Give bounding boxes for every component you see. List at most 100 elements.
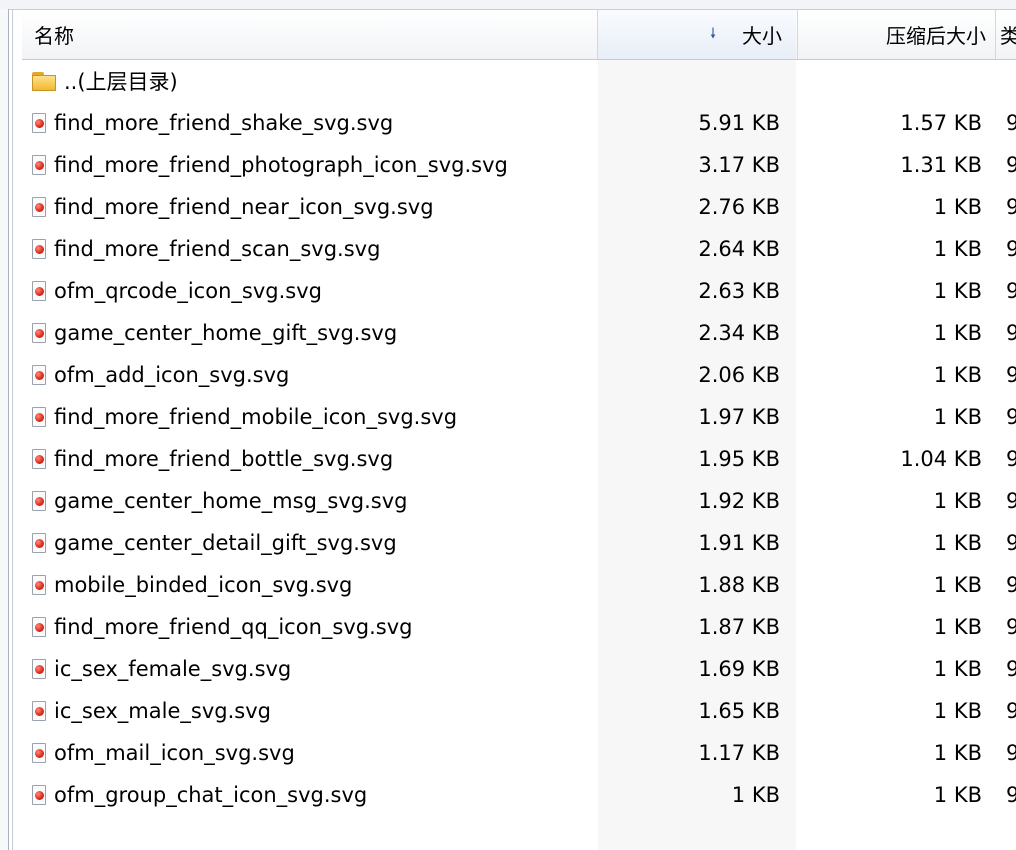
type-cell: 9 (1006, 531, 1016, 555)
type-cell: 9 (1006, 699, 1016, 723)
type-cell: 9 (1006, 657, 1016, 681)
svg-file-icon (32, 281, 46, 301)
file-name-cell: ofm_group_chat_icon_svg.svg (32, 774, 602, 816)
file-row[interactable]: find_more_friend_shake_svg.svg 5.91 KB 1.5… (22, 102, 1016, 144)
file-name: ic_sex_male_svg.svg (54, 699, 271, 723)
file-size: 1 KB (731, 783, 780, 807)
file-size: 2.63 KB (698, 279, 780, 303)
file-size: 1.17 KB (698, 741, 780, 765)
svg-file-icon (32, 407, 46, 427)
compressed-size: 1 KB (933, 615, 982, 639)
column-header-type-label: 类 (1000, 24, 1016, 48)
compressed-size: 1 KB (933, 363, 982, 387)
column-header-name[interactable]: 名称 (22, 10, 596, 59)
file-row[interactable]: find_more_friend_qq_icon_svg.svg 1.87 KB 1… (22, 606, 1016, 648)
svg-file-icon (32, 197, 46, 217)
type-cell: 9 (1006, 279, 1016, 303)
svg-file-icon (32, 491, 46, 511)
file-name: game_center_home_gift_svg.svg (54, 321, 398, 345)
file-name-cell: ofm_mail_icon_svg.svg (32, 732, 602, 774)
parent-directory-row[interactable]: ..(上层目录) (22, 60, 1016, 102)
compressed-size: 1 KB (933, 321, 982, 345)
compressed-size: 1 KB (933, 699, 982, 723)
file-name-cell: find_more_friend_bottle_svg.svg (32, 438, 602, 480)
file-row[interactable]: ofm_qrcode_icon_svg.svg 2.63 KB 1 KB 9 (22, 270, 1016, 312)
type-cell: 9 (1006, 741, 1016, 765)
file-row[interactable]: mobile_binded_icon_svg.svg 1.88 KB 1 KB 9 (22, 564, 1016, 606)
file-row[interactable]: ofm_mail_icon_svg.svg 1.17 KB 1 KB 9 (22, 732, 1016, 774)
compressed-size: 1.31 KB (900, 153, 982, 177)
svg-file-icon (32, 785, 46, 805)
compressed-size: 1.57 KB (900, 111, 982, 135)
file-size: 2.64 KB (698, 237, 780, 261)
file-size: 1.97 KB (698, 405, 780, 429)
svg-file-icon (32, 239, 46, 259)
file-row[interactable]: find_more_friend_mobile_icon_svg.svg 1.97… (22, 396, 1016, 438)
svg-file-icon (32, 113, 46, 133)
file-row[interactable]: find_more_friend_near_icon_svg.svg 2.76 K… (22, 186, 1016, 228)
file-name: find_more_friend_mobile_icon_svg.svg (54, 405, 458, 429)
file-name: ic_sex_female_svg.svg (54, 657, 292, 681)
compressed-size: 1 KB (933, 741, 982, 765)
file-row[interactable]: find_more_friend_scan_svg.svg 2.64 KB 1 KB… (22, 228, 1016, 270)
file-name-cell: find_more_friend_photograph_icon_svg.svg (32, 144, 602, 186)
column-header-type[interactable]: 类 (996, 10, 1016, 59)
compressed-size: 1 KB (933, 531, 982, 555)
file-size: 1.65 KB (698, 699, 780, 723)
file-name: find_more_friend_qq_icon_svg.svg (54, 615, 413, 639)
file-name: find_more_friend_shake_svg.svg (54, 111, 394, 135)
file-row[interactable]: game_center_home_gift_svg.svg 2.34 KB 1 KB… (22, 312, 1016, 354)
file-row[interactable]: ofm_add_icon_svg.svg 2.06 KB 1 KB 9 (22, 354, 1016, 396)
file-size: 1.92 KB (698, 489, 780, 513)
type-cell: 9 (1006, 447, 1016, 471)
file-row[interactable]: ic_sex_female_svg.svg 1.69 KB 1 KB 9 (22, 648, 1016, 690)
file-row[interactable]: game_center_home_msg_svg.svg 1.92 KB 1 KB 9 (22, 480, 1016, 522)
window-top-border (0, 0, 1016, 10)
type-cell: 9 (1006, 195, 1016, 219)
file-size: 1.95 KB (698, 447, 780, 471)
svg-file-icon (32, 743, 46, 763)
file-name-cell: ic_sex_female_svg.svg (32, 648, 602, 690)
column-header-name-label: 名称 (34, 24, 74, 48)
sort-descending-icon: 🠗 (709, 25, 716, 42)
compressed-size: 1 KB (933, 489, 982, 513)
file-size: 1.88 KB (698, 573, 780, 597)
column-header-compressed-size[interactable]: 压缩后大小 (798, 10, 994, 59)
type-cell: 9 (1006, 405, 1016, 429)
left-pane-divider (12, 9, 13, 850)
column-header-size[interactable]: 🠗 大小 (598, 10, 796, 59)
svg-file-icon (32, 659, 46, 679)
file-row[interactable]: ic_sex_male_svg.svg 1.65 KB 1 KB 9 (22, 690, 1016, 732)
file-row[interactable]: game_center_detail_gift_svg.svg 1.91 KB 1 … (22, 522, 1016, 564)
type-cell: 9 (1006, 111, 1016, 135)
type-cell: 9 (1006, 153, 1016, 177)
file-name-cell: ofm_qrcode_icon_svg.svg (32, 270, 602, 312)
compressed-size: 1 KB (933, 783, 982, 807)
file-row[interactable]: find_more_friend_bottle_svg.svg 1.95 KB 1.… (22, 438, 1016, 480)
type-cell: 9 (1006, 363, 1016, 387)
file-name: find_more_friend_photograph_icon_svg.svg (54, 153, 508, 177)
file-name-cell: ..(上层目录) (32, 60, 602, 102)
file-list: ..(上层目录) find_more_friend_shake_svg.svg 5… (22, 60, 1016, 816)
file-name-cell: find_more_friend_shake_svg.svg (32, 102, 602, 144)
compressed-size: 1 KB (933, 657, 982, 681)
type-cell: 9 (1006, 783, 1016, 807)
file-name: game_center_home_msg_svg.svg (54, 489, 408, 513)
svg-file-icon (32, 323, 46, 343)
svg-file-icon (32, 617, 46, 637)
file-name: mobile_binded_icon_svg.svg (54, 573, 353, 597)
file-row[interactable]: find_more_friend_photograph_icon_svg.svg… (22, 144, 1016, 186)
file-name: find_more_friend_scan_svg.svg (54, 237, 381, 261)
column-header-bar: 名称 🠗 大小 压缩后大小 类 (22, 10, 1016, 60)
file-name-cell: find_more_friend_qq_icon_svg.svg (32, 606, 602, 648)
left-pane-edge (0, 9, 9, 850)
column-header-compressed-size-label: 压缩后大小 (886, 24, 986, 48)
type-cell: 9 (1006, 237, 1016, 261)
file-name-cell: game_center_detail_gift_svg.svg (32, 522, 602, 564)
file-size: 2.76 KB (698, 195, 780, 219)
file-row[interactable]: ofm_group_chat_icon_svg.svg 1 KB 1 KB 9 (22, 774, 1016, 816)
file-name: ofm_add_icon_svg.svg (54, 363, 290, 387)
svg-file-icon (32, 701, 46, 721)
column-header-size-label: 大小 (742, 24, 782, 48)
file-name: find_more_friend_near_icon_svg.svg (54, 195, 434, 219)
